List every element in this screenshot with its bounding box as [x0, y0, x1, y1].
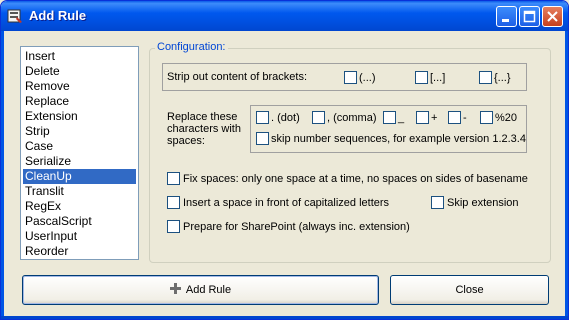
close-button[interactable]: Close [390, 275, 549, 305]
plus-icon [169, 283, 181, 294]
round-brackets-label: (...) [359, 72, 376, 84]
list-item-cleanup[interactable]: CleanUp [23, 169, 136, 184]
plus-checkbox[interactable] [416, 111, 429, 124]
insert-space-label: Insert a space in front of capitalized l… [183, 197, 390, 209]
close-icon [547, 11, 558, 22]
skip-extension-checkbox[interactable] [431, 196, 444, 209]
list-item-delete[interactable]: Delete [23, 64, 136, 79]
dot-checkbox[interactable] [256, 111, 269, 124]
rules-listbox[interactable]: Insert Delete Remove Replace Extension S… [20, 46, 139, 260]
maximize-button[interactable] [519, 6, 540, 27]
minimize-icon [502, 19, 509, 22]
title-bar[interactable]: Add Rule [1, 1, 568, 31]
window-frame-left [1, 31, 4, 319]
list-item-regex[interactable]: RegEx [23, 199, 136, 214]
fix-spaces-label: Fix spaces: only one space at a time, no… [183, 173, 528, 185]
skip-extension-label: Skip extension [447, 197, 519, 209]
maximize-icon [523, 10, 536, 23]
skip-numbers-label: skip number sequences, for example versi… [271, 133, 526, 145]
list-item-serialize[interactable]: Serialize [23, 154, 136, 169]
comma-label: , (comma) [327, 112, 377, 124]
plus-label: + [431, 112, 438, 124]
percent20-checkbox[interactable] [480, 111, 493, 124]
add-rule-window: Add Rule Insert Delete Remove Replace Ex… [0, 0, 569, 320]
replace-label-line1: Replace these [167, 111, 238, 123]
round-brackets-checkbox[interactable] [344, 71, 357, 84]
replace-label-line3: spaces: [167, 135, 205, 147]
window-title: Add Rule [29, 8, 87, 23]
list-item-translit[interactable]: Translit [23, 184, 136, 199]
list-item-userinput[interactable]: UserInput [23, 229, 136, 244]
configuration-label: Configuration: [155, 41, 228, 53]
underscore-checkbox[interactable] [383, 111, 396, 124]
sharepoint-label: Prepare for SharePoint (always inc. exte… [183, 221, 410, 233]
sharepoint-checkbox[interactable] [167, 220, 180, 233]
window-frame-right [565, 31, 568, 319]
strip-brackets-label: Strip out content of brackets: [167, 71, 308, 83]
app-icon [7, 9, 22, 23]
window-frame-bottom [1, 316, 568, 319]
list-item-remove[interactable]: Remove [23, 79, 136, 94]
list-item-pascalscript[interactable]: PascalScript [23, 214, 136, 229]
list-item-strip[interactable]: Strip [23, 124, 136, 139]
percent20-label: %20 [495, 112, 518, 124]
skip-numbers-checkbox[interactable] [256, 132, 269, 145]
underscore-label: _ [398, 112, 405, 124]
curly-brackets-checkbox[interactable] [479, 71, 492, 84]
fix-spaces-checkbox[interactable] [167, 172, 180, 185]
minus-label: - [463, 112, 467, 124]
dot-label: . (dot) [271, 112, 300, 124]
replace-label-line2: characters with [167, 123, 241, 135]
comma-checkbox[interactable] [312, 111, 325, 124]
minimize-button[interactable] [496, 6, 517, 27]
close-label: Close [455, 284, 484, 296]
list-item-replace[interactable]: Replace [23, 94, 136, 109]
add-rule-button[interactable]: Add Rule [22, 275, 379, 305]
add-rule-label: Add Rule [185, 284, 232, 296]
minus-checkbox[interactable] [448, 111, 461, 124]
list-item-insert[interactable]: Insert [23, 49, 136, 64]
square-brackets-checkbox[interactable] [415, 71, 428, 84]
close-window-button[interactable] [542, 6, 563, 27]
list-item-case[interactable]: Case [23, 139, 136, 154]
list-item-reorder[interactable]: Reorder [23, 244, 136, 259]
curly-brackets-label: {...} [494, 72, 511, 84]
list-item-extension[interactable]: Extension [23, 109, 136, 124]
square-brackets-label: [...] [430, 72, 446, 84]
insert-space-checkbox[interactable] [167, 196, 180, 209]
